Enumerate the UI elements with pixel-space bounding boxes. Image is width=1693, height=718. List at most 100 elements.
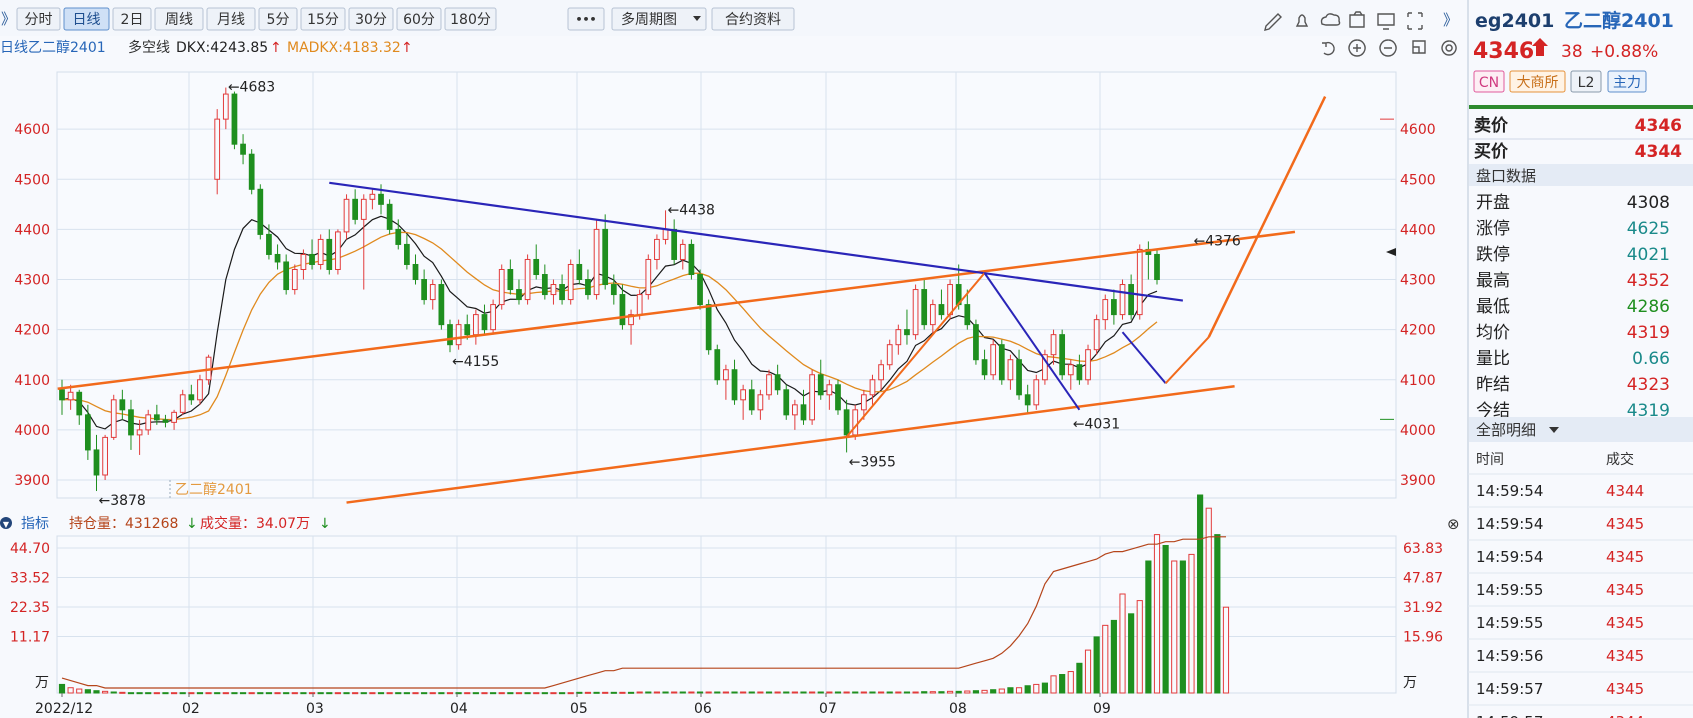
- candle-body: [679, 243, 686, 260]
- volume-bar: [239, 692, 247, 695]
- candle-body: [964, 304, 971, 326]
- trade-amount: 4345: [1606, 581, 1644, 599]
- candle-body: [481, 314, 488, 331]
- volume-bar: [171, 692, 178, 695]
- candlestick-chart[interactable]: 4600 4600 4500 4500 4400 4400 4300 4300 4200 4200…: [14, 71, 1436, 509]
- candle-body: [645, 258, 652, 296]
- x-tick-label: 05: [570, 701, 588, 717]
- dkx-value: DKX:4243.85: [176, 40, 268, 56]
- volume-bar: [412, 692, 419, 695]
- candle-body: [1007, 359, 1014, 381]
- candle-body: [947, 284, 953, 316]
- expand-icon[interactable]: 》: [1, 10, 16, 28]
- candle-body: [67, 391, 74, 401]
- candle-body: [886, 344, 893, 366]
- close-indicator-icon[interactable]: ⊗: [1447, 515, 1460, 533]
- candle-body: [352, 198, 359, 220]
- x-tick-label: 09: [1093, 701, 1111, 717]
- candle-body: [852, 409, 859, 436]
- candle-body: [421, 279, 427, 301]
- y-tick-left: 4400: [14, 222, 50, 238]
- candle-body: [1016, 359, 1022, 396]
- stat-label: 最高: [1476, 271, 1510, 291]
- trade-time: 14:59:54: [1476, 482, 1543, 500]
- volume-bar: [1110, 619, 1117, 694]
- volume-bar: [257, 692, 264, 695]
- candle-body: [1050, 334, 1057, 356]
- volume-bar: [627, 691, 635, 694]
- candle-body: [714, 349, 721, 381]
- y-tick-right: 4600: [1400, 122, 1436, 138]
- candle-body: [1102, 299, 1109, 321]
- tag-label: 主力: [1613, 75, 1641, 91]
- stat-label: 均价: [1476, 323, 1510, 343]
- volume-bar: [576, 691, 583, 694]
- stat-value: 0.66: [1632, 349, 1670, 369]
- more-icon: •••: [575, 13, 596, 26]
- volume-bar: [964, 690, 971, 694]
- candle-body: [110, 399, 117, 438]
- x-tick-label: 02: [182, 701, 200, 717]
- volume-bar: [757, 691, 764, 694]
- toolbar: 》分时 日线 2日 周线 月线 5分 15分 30分 60分 180分 ••• 多周期图 合约资料》: [0, 0, 1458, 36]
- indicator-title[interactable]: 指标: [21, 516, 49, 532]
- volume-bar: [386, 692, 393, 695]
- candle-body: [576, 263, 583, 281]
- volume-bar: [774, 691, 781, 694]
- period-button-label: 周线: [165, 12, 193, 28]
- candle-body: [128, 409, 134, 436]
- candle-body: [783, 389, 790, 416]
- candle-body: [602, 228, 609, 286]
- trade-amount: 4345: [1606, 680, 1644, 698]
- candle-body: [119, 399, 126, 411]
- open-interest-label: 持仓量：431268: [69, 516, 178, 532]
- candle-body: [766, 374, 772, 396]
- quote-sidebar: eg2401 乙二醇2401 4346 38 +0.88% CN 大商所 L2 主力卖价 4346…: [1467, 0, 1693, 718]
- candle-body: [981, 359, 988, 376]
- volume-bar: [446, 692, 454, 695]
- volume-bar: [377, 692, 385, 695]
- trades-title[interactable]: 全部明细: [1476, 421, 1536, 439]
- volume-bar: [748, 691, 755, 694]
- candle-body: [671, 228, 678, 260]
- volume-bar: [524, 692, 531, 695]
- volume-bar: [472, 692, 479, 695]
- oi-arrow: ↓: [186, 516, 198, 532]
- plot-area: [56, 71, 1397, 499]
- stat-label: 量比: [1476, 349, 1510, 369]
- volume-bar: [1024, 685, 1031, 694]
- volume-bar: [602, 691, 609, 694]
- volume-bar: [783, 691, 790, 694]
- volume-bar: [343, 692, 350, 695]
- candle-body: [757, 394, 764, 411]
- candle-body: [835, 384, 841, 411]
- volume-bar: [671, 691, 678, 694]
- volume-bar: [360, 692, 367, 695]
- volume-bar: [317, 692, 324, 695]
- volume-bar: [1059, 674, 1066, 694]
- candle-body: [153, 414, 160, 421]
- volume-bar: [809, 691, 816, 694]
- candle-body: [395, 228, 402, 245]
- y-tick-left: 4000: [14, 423, 50, 439]
- stat-value: 4352: [1627, 271, 1670, 291]
- y-tick-right: 4500: [1400, 172, 1436, 188]
- trade-time: 14:59:55: [1476, 614, 1543, 632]
- volume-bar: [688, 691, 695, 694]
- trade-amount: 4344: [1606, 482, 1644, 500]
- candle-body: [826, 384, 833, 396]
- candle-body: [429, 284, 436, 301]
- madkx-arrow: ↑: [401, 40, 413, 56]
- trades-time-header: 时间: [1476, 452, 1504, 468]
- volume-bar: [421, 692, 428, 695]
- candle-body: [136, 429, 143, 436]
- volume-bar: [1007, 687, 1014, 694]
- x-tick-label: 04: [450, 701, 468, 717]
- volume-bar: [153, 692, 160, 695]
- collapse-icon[interactable]: 》: [1443, 11, 1458, 29]
- candle-body: [455, 324, 462, 346]
- bid-value: 4344: [1635, 142, 1682, 162]
- volume-bar: [1041, 682, 1049, 694]
- volume-bar: [843, 691, 850, 694]
- candle-body: [1136, 248, 1143, 316]
